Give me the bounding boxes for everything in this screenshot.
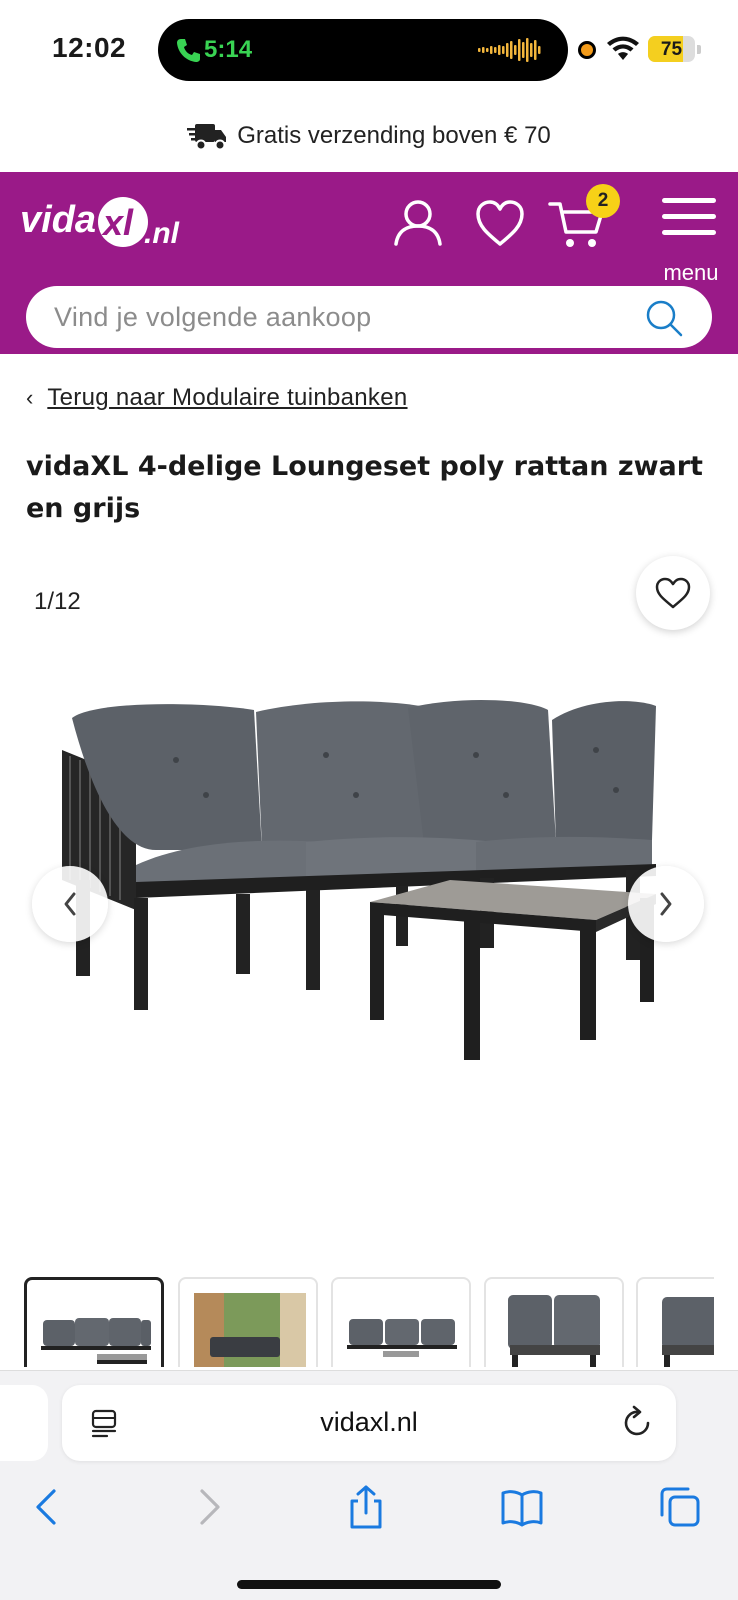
- delivery-truck-icon: [187, 124, 227, 151]
- product-image[interactable]: [56, 580, 686, 1100]
- search-icon[interactable]: [644, 298, 684, 338]
- shipping-text: Gratis verzending boven € 70: [237, 122, 551, 149]
- status-time: 12:02: [52, 32, 127, 63]
- shipping-banner: Gratis verzending boven € 70: [0, 100, 738, 172]
- vidaxl-logo[interactable]: vida xl .nl: [20, 186, 190, 256]
- share-icon[interactable]: [344, 1485, 388, 1529]
- thumbnail-1[interactable]: [24, 1277, 164, 1367]
- privacy-indicator-icon: [578, 41, 596, 59]
- wifi-icon: [607, 36, 639, 60]
- menu-label: menu: [663, 260, 719, 285]
- gallery-prev-button[interactable]: [32, 866, 108, 942]
- cart-count-badge: 2: [586, 184, 620, 218]
- menu-button[interactable]: menu: [654, 194, 724, 285]
- product-title: vidaXL 4-delige Loungeset poly rattan zw…: [26, 451, 703, 524]
- svg-text:.nl: .nl: [144, 217, 180, 250]
- tabs-icon[interactable]: [658, 1485, 702, 1529]
- back-chevron-icon: ‹: [26, 385, 34, 410]
- url-text: vidaxl.nl: [320, 1407, 418, 1437]
- reload-icon[interactable]: [622, 1405, 654, 1441]
- status-bar: 12:02 5:14 75: [0, 0, 738, 100]
- battery-level: 75: [660, 39, 683, 60]
- call-timer: 5:14: [204, 36, 253, 63]
- site-header: vida xl .nl 2 menu Vind je volgende aank…: [0, 172, 738, 354]
- dynamic-island[interactable]: 5:14: [158, 19, 568, 81]
- search-placeholder: Vind je volgende aankoop: [54, 302, 372, 332]
- forward-icon[interactable]: [186, 1485, 230, 1529]
- home-indicator[interactable]: [237, 1580, 501, 1589]
- search-input[interactable]: Vind je volgende aankoop: [26, 286, 712, 348]
- account-icon[interactable]: [388, 194, 448, 254]
- thumbnail-strip: [24, 1277, 714, 1367]
- phone-icon: [177, 39, 200, 62]
- battery-indicator: 75: [648, 36, 701, 62]
- thumbnail-3[interactable]: [331, 1277, 471, 1367]
- bookmarks-icon[interactable]: [500, 1485, 544, 1529]
- chevron-left-icon: [64, 892, 76, 916]
- address-bar[interactable]: vidaxl.nl: [62, 1385, 676, 1461]
- svg-text:vida: vida: [20, 199, 96, 241]
- back-icon[interactable]: [26, 1485, 70, 1529]
- thumbnail-5[interactable]: [636, 1277, 714, 1367]
- wishlist-icon[interactable]: [470, 194, 530, 254]
- audio-waveform-icon: [478, 38, 541, 62]
- gallery-next-button[interactable]: [628, 866, 704, 942]
- thumbnail-2[interactable]: [178, 1277, 318, 1367]
- browser-bar: vidaxl.nl: [0, 1370, 738, 1600]
- breadcrumb-back-link[interactable]: Terug naar Modulaire tuinbanken: [47, 384, 407, 412]
- thumbnail-4[interactable]: [484, 1277, 624, 1367]
- chevron-right-icon: [660, 892, 672, 916]
- breadcrumb[interactable]: ‹ Terug naar Modulaire tuinbanken: [26, 384, 408, 412]
- svg-text:xl: xl: [101, 202, 134, 243]
- previous-tab-preview[interactable]: [0, 1385, 48, 1461]
